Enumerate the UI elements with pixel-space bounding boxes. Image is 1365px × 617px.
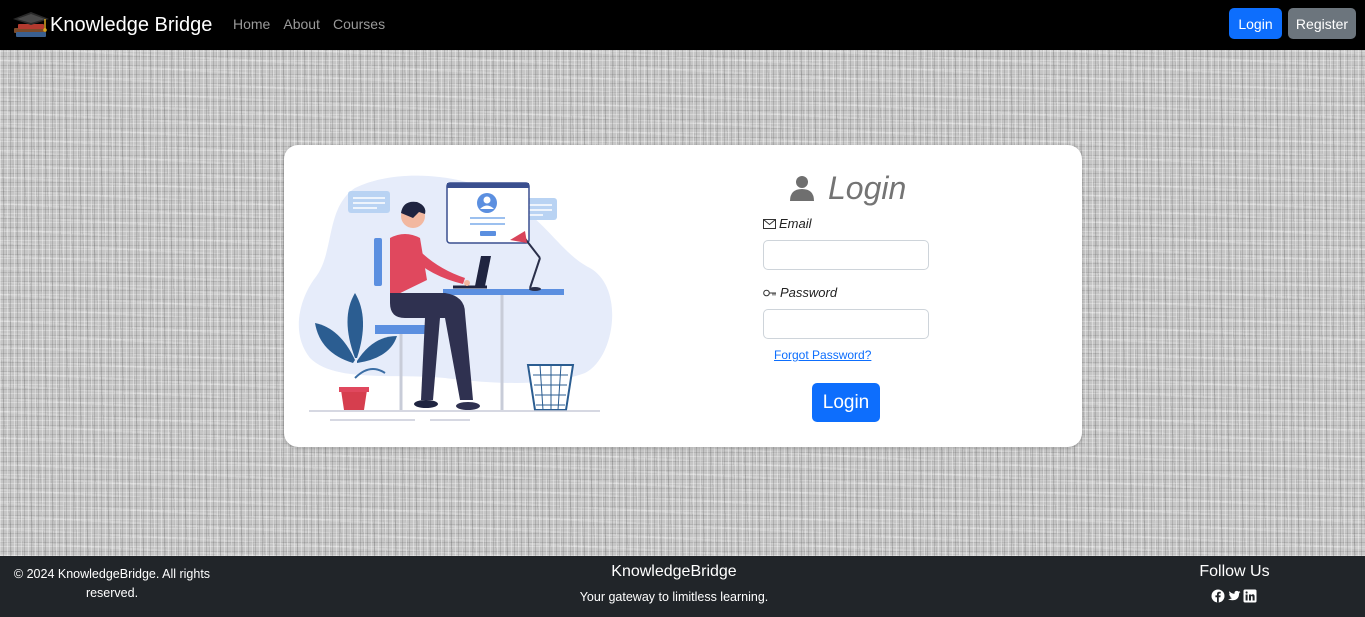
footer: © 2024 KnowledgeBridge. All rights reser…: [0, 556, 1365, 617]
email-input[interactable]: [763, 240, 929, 270]
nav-login-button[interactable]: Login: [1229, 8, 1282, 39]
envelope-icon: [763, 218, 776, 229]
social-links: [1211, 589, 1259, 603]
nav-register-button[interactable]: Register: [1288, 8, 1356, 39]
footer-tagline: Your gateway to limitless learning.: [579, 590, 769, 604]
password-label: Password: [763, 285, 837, 300]
follow-us-title: Follow Us: [1199, 563, 1270, 580]
user-icon: [790, 176, 814, 201]
nav-link-about[interactable]: About: [283, 16, 320, 32]
key-icon: [763, 289, 776, 296]
graduation-cap-books-logo-icon: [13, 12, 49, 37]
forgot-password-link[interactable]: Forgot Password?: [774, 348, 871, 362]
email-label: Email: [763, 216, 812, 231]
linkedin-icon[interactable]: [1243, 589, 1257, 603]
brand-name: Knowledge Bridge: [50, 13, 213, 36]
login-heading: Login: [789, 170, 906, 206]
login-title: Login: [828, 169, 907, 206]
person-at-computer-illustration: [298, 175, 613, 421]
nav-link-courses[interactable]: Courses: [333, 16, 385, 32]
nav-links: Home About Courses: [233, 16, 398, 32]
email-label-text: Email: [779, 216, 812, 231]
password-label-text: Password: [780, 285, 838, 300]
facebook-icon[interactable]: [1211, 589, 1225, 603]
nav-link-home[interactable]: Home: [233, 16, 270, 32]
password-input[interactable]: [763, 309, 929, 339]
footer-brand: KnowledgeBridge: [611, 563, 737, 580]
twitter-icon[interactable]: [1227, 589, 1241, 603]
navbar: Knowledge Bridge Home About Courses Logi…: [0, 0, 1365, 50]
brand[interactable]: Knowledge Bridge: [11, 9, 212, 41]
login-submit-button[interactable]: Login: [812, 383, 880, 422]
